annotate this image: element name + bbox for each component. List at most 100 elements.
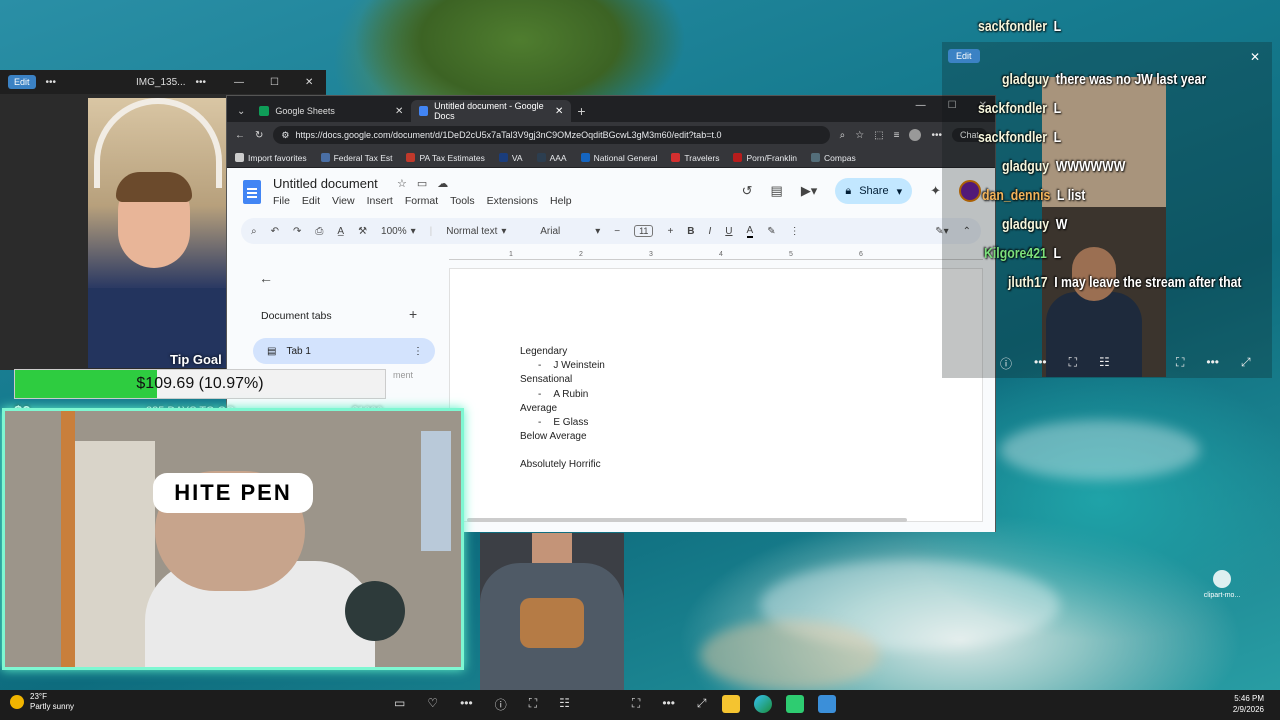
menu-file[interactable]: File [273, 195, 290, 207]
bookmark-item[interactable]: Federal Tax Est [320, 153, 392, 163]
screenshot-icon[interactable]: ⛶ [1069, 355, 1077, 372]
bookmark-item[interactable]: PA Tax Estimates [406, 153, 485, 163]
favorites-icon[interactable]: ≡ [894, 130, 900, 141]
decrease-font-icon[interactable]: − [614, 226, 620, 237]
info-icon[interactable]: ⓘ [495, 696, 507, 713]
close-tab-icon[interactable]: ✕ [555, 106, 563, 117]
profile-avatar[interactable] [909, 129, 922, 141]
blue-app-icon[interactable] [818, 695, 836, 713]
document-page[interactable]: Legendary J WeinsteinSensational A RubinAv… [449, 268, 983, 522]
edge-icon[interactable] [754, 695, 772, 713]
zoom-select[interactable]: 100% ▾ [381, 226, 416, 237]
system-clock[interactable]: 5:46 PM 2/9/2026 [1233, 693, 1264, 715]
weather-widget[interactable]: 23°F Partly sunny [10, 692, 74, 712]
font-size-input[interactable]: 11 [634, 225, 654, 237]
more-icon[interactable]: ••• [1206, 355, 1219, 370]
bookmark-item[interactable]: Porn/Franklin [733, 153, 797, 163]
redo-icon[interactable]: ↷ [293, 226, 301, 237]
close-tab-icon[interactable]: ✕ [395, 106, 403, 117]
settings-icon[interactable]: ☷ [1099, 355, 1110, 372]
maximize-icon[interactable]: ☐ [270, 77, 279, 88]
paint-format-icon[interactable]: ⚒ [358, 226, 367, 237]
bookmark-item[interactable]: National General [580, 153, 657, 163]
heart-icon[interactable]: ♡ [427, 696, 438, 713]
document-body[interactable]: Legendary J WeinsteinSensational A RubinAv… [520, 345, 605, 473]
more-icon[interactable]: ••• [460, 696, 473, 713]
menu-insert[interactable]: Insert [367, 195, 393, 207]
underline-icon[interactable]: U [725, 226, 732, 237]
menu-tools[interactable]: Tools [450, 195, 475, 207]
site-info-icon[interactable]: ⚙ [281, 130, 289, 141]
text-color-icon[interactable]: A [746, 225, 754, 238]
undo-icon[interactable]: ↶ [271, 226, 279, 237]
more-icon[interactable]: ••• [1034, 355, 1047, 372]
expand-icon[interactable]: ⤢ [1241, 355, 1251, 370]
new-tab-icon[interactable]: + [577, 103, 585, 119]
info-icon[interactable]: ⓘ [1000, 355, 1012, 372]
comments-icon[interactable]: ▤ [771, 183, 783, 199]
edit-button[interactable]: Edit [8, 75, 36, 89]
horizontal-scrollbar[interactable] [467, 518, 907, 522]
reload-icon[interactable]: ↻ [255, 130, 263, 141]
close-icon[interactable]: ✕ [305, 77, 313, 88]
italic-icon[interactable]: I [709, 226, 712, 237]
image-viewer-titlebar[interactable]: Edit ••• IMG_135... ••• — ☐ ✕ [0, 70, 326, 94]
more-icon[interactable]: ⋮ [790, 226, 800, 237]
font-select[interactable]: Arial ▾ [540, 226, 600, 237]
minimize-icon[interactable]: — [916, 100, 926, 111]
tab-list-icon[interactable]: ⌄ [237, 106, 245, 117]
chat-overlay-window[interactable]: Edit [942, 42, 1272, 378]
star-icon[interactable]: ☆ [397, 177, 407, 190]
add-tab-icon[interactable]: + [409, 306, 417, 322]
share-button[interactable]: 🔒︎ Share ▾ [835, 178, 913, 204]
highlight-icon[interactable]: ✎ [767, 226, 775, 237]
search-icon[interactable]: ⌕ [251, 226, 257, 237]
zoom-icon[interactable]: ⌕ [840, 130, 846, 141]
desktop-icon[interactable]: clipart-mo... [1198, 570, 1246, 599]
chat-titlebar[interactable]: Edit [942, 42, 1272, 70]
style-select[interactable]: Normal text ▾ [446, 226, 526, 237]
screenshot-icon[interactable]: ⛶ [529, 696, 537, 713]
back-arrow-icon[interactable]: ← [259, 270, 273, 286]
document-tab-item[interactable]: ▤ Tab 1 ⋮ [253, 338, 435, 364]
fullscreen-icon[interactable]: ⛶ [632, 696, 640, 713]
more-icon[interactable]: ••• [196, 77, 207, 88]
bookmark-item[interactable]: AAA [536, 153, 567, 163]
move-folder-icon[interactable]: ▭ [417, 177, 427, 190]
favorite-star-icon[interactable]: ☆ [855, 130, 864, 141]
docs-logo-icon[interactable] [243, 180, 261, 204]
gemini-icon[interactable]: ✦ [930, 183, 941, 199]
cloud-status-icon[interactable]: ☁ [437, 177, 448, 190]
fullscreen-icon[interactable]: ⛶ [1176, 355, 1184, 370]
menu-extensions[interactable]: Extensions [487, 195, 538, 207]
increase-font-icon[interactable]: + [667, 226, 673, 237]
bookmark-item[interactable]: VA [498, 153, 523, 163]
spellcheck-icon[interactable]: A̲ [337, 226, 344, 237]
menu-edit[interactable]: Edit [302, 195, 320, 207]
menu-view[interactable]: View [332, 195, 355, 207]
version-history-icon[interactable]: ↺ [742, 183, 753, 199]
tab-google-sheets[interactable]: Google Sheets ✕ [251, 100, 411, 122]
settings-icon[interactable]: ☷ [559, 696, 570, 713]
bookmark-item[interactable]: Compas [811, 153, 856, 163]
document-title[interactable]: Untitled document [273, 176, 378, 191]
bookmark-item[interactable]: Import favorites [235, 153, 307, 163]
more-icon[interactable]: ••• [46, 77, 57, 88]
tab-google-docs[interactable]: Untitled document - Google Docs ✕ [411, 100, 572, 122]
menu-format[interactable]: Format [405, 195, 438, 207]
menu-help[interactable]: Help [550, 195, 572, 207]
expand-icon[interactable]: ⤢ [697, 696, 707, 713]
print-icon[interactable]: ⎙ [315, 226, 323, 237]
layout-icon[interactable]: ▭ [394, 696, 405, 713]
more-icon[interactable]: ⋮ [413, 346, 423, 357]
edit-button[interactable]: Edit [948, 49, 980, 63]
bookmark-item[interactable]: Travelers [671, 153, 719, 163]
meet-icon[interactable]: ▶▾ [801, 183, 818, 199]
green-app-icon[interactable] [786, 695, 804, 713]
bold-icon[interactable]: B [687, 226, 694, 237]
more-icon[interactable]: ••• [662, 696, 675, 713]
extensions-icon[interactable]: ⬚ [874, 130, 883, 141]
file-explorer-icon[interactable] [722, 695, 740, 713]
back-icon[interactable]: ← [235, 130, 245, 141]
url-field[interactable]: ⚙ https://docs.google.com/document/d/1De… [273, 126, 830, 144]
